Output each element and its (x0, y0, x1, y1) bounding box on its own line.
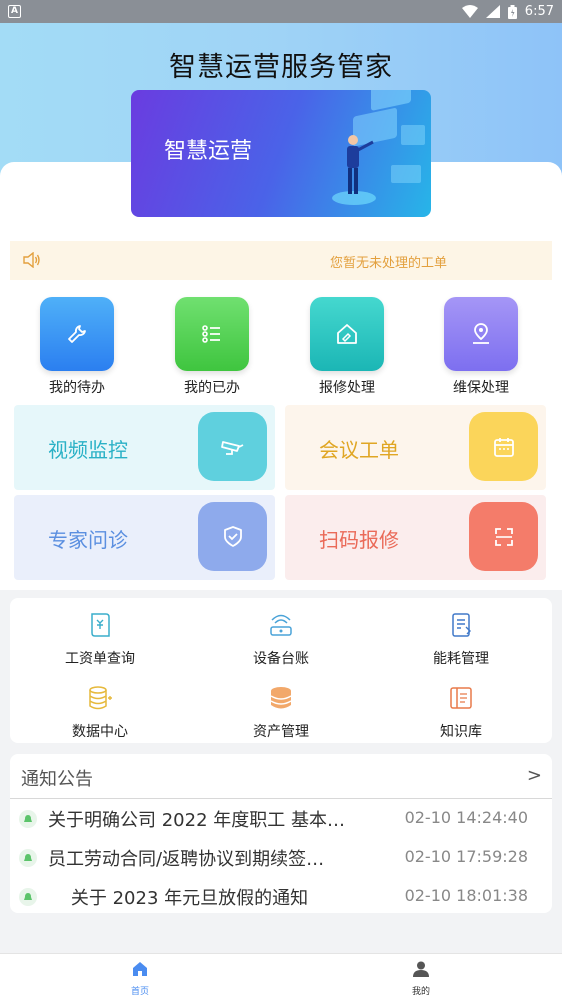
book-icon (401, 683, 521, 713)
page-title: 智慧运营服务管家 (169, 52, 393, 83)
quick-action-done[interactable]: 我的已办 (175, 297, 249, 397)
app-notification-icon: A (8, 5, 21, 18)
service-label: 知识库 (440, 724, 482, 740)
user-icon (413, 961, 429, 977)
quick-action-maintenance[interactable]: 维保处理 (444, 297, 518, 397)
calendar-icon (469, 412, 538, 481)
service-label: 能耗管理 (433, 651, 489, 667)
camera-icon (198, 412, 267, 481)
banner-illustration (332, 90, 425, 205)
bell-icon (19, 849, 37, 867)
notice-bar: 您暂无未处理的工单 (10, 241, 552, 280)
location-pin-icon (444, 297, 518, 371)
announcement-item[interactable]: 关于明确公司 2022 年度职工 基本… 02-10 14:24:40 (10, 801, 552, 835)
clock: 6:57 (524, 4, 554, 19)
announcement-date: 02-10 18:01:38 (404, 886, 528, 905)
announcements-panel: 通知公告 > 关于明确公司 2022 年度职工 基本… 02-10 14:24:… (10, 754, 552, 913)
service-asset-management[interactable]: 资产管理 (221, 683, 341, 741)
card-label: 会议工单 (319, 438, 399, 462)
service-knowledge-base[interactable]: 知识库 (401, 683, 521, 741)
tab-label: 首页 (130, 987, 149, 997)
announcements-header: 通知公告 > (10, 754, 552, 799)
signal-icon (485, 5, 500, 18)
tab-home[interactable]: 首页 (110, 960, 170, 997)
bell-icon (19, 810, 37, 828)
scan-icon (469, 502, 538, 571)
notice-text: 您暂无未处理的工单 (330, 256, 448, 271)
announcement-text: 员工劳动合同/返聘协议到期续签… (48, 849, 325, 870)
card-expert-consult[interactable]: 专家问诊 (14, 495, 275, 580)
card-label: 专家问诊 (48, 528, 128, 552)
service-energy-management[interactable]: 能耗管理 (401, 610, 521, 668)
salary-doc-icon (40, 610, 160, 640)
service-label: 资产管理 (253, 724, 309, 740)
router-icon (221, 610, 341, 640)
speaker-icon (23, 252, 40, 268)
tab-mine[interactable]: 我的 (391, 960, 451, 997)
quick-action-repair[interactable]: 报修处理 (310, 297, 384, 397)
quick-action-todo[interactable]: 我的待办 (40, 297, 114, 397)
service-equipment-ledger[interactable]: 设备台账 (221, 610, 341, 668)
card-label: 视频监控 (48, 438, 128, 462)
announcement-text: 关于明确公司 2022 年度职工 基本… (48, 810, 345, 831)
announcement-date: 02-10 14:24:40 (404, 808, 528, 827)
service-data-center[interactable]: 数据中心 (40, 683, 160, 741)
services-panel: 工资单查询 设备台账 能耗管理 数据中心 资产管理 知识库 (10, 598, 552, 743)
coins-icon (221, 683, 341, 713)
quick-action-label: 我的已办 (184, 380, 240, 396)
database-icon (40, 683, 160, 713)
home-icon (133, 962, 147, 976)
wifi-icon (461, 5, 478, 18)
energy-doc-icon (401, 610, 521, 640)
card-video-monitor[interactable]: 视频监控 (14, 405, 275, 490)
house-repair-icon (310, 297, 384, 371)
list-icon (175, 297, 249, 371)
banner-text: 智慧运营 (164, 139, 253, 164)
quick-action-label: 我的待办 (49, 380, 105, 396)
quick-action-label: 维保处理 (453, 380, 509, 396)
card-scan-repair[interactable]: 扫码报修 (285, 495, 546, 580)
bottom-tab-bar: 首页 我的 (0, 953, 562, 1000)
status-bar: A 6:57 (0, 0, 562, 23)
service-label: 数据中心 (72, 724, 128, 740)
announcement-item[interactable]: 关于 2023 年元旦放假的通知 02-10 18:01:38 (10, 879, 552, 913)
card-label: 扫码报修 (319, 528, 399, 552)
announcements-more-link[interactable]: > (527, 765, 542, 786)
service-salary-query[interactable]: 工资单查询 (40, 610, 160, 668)
announcement-date: 02-10 17:59:28 (404, 847, 528, 866)
announcement-text: 关于 2023 年元旦放假的通知 (48, 888, 309, 909)
battery-icon (507, 4, 517, 19)
announcements-title: 通知公告 (21, 769, 93, 790)
card-meeting-order[interactable]: 会议工单 (285, 405, 546, 490)
tab-label: 我的 (411, 987, 430, 997)
shield-check-icon (198, 502, 267, 571)
wrench-icon (40, 297, 114, 371)
quick-action-label: 报修处理 (319, 380, 375, 396)
bell-icon (19, 888, 37, 906)
banner[interactable]: 智慧运营 (131, 90, 431, 217)
announcement-item[interactable]: 员工劳动合同/返聘协议到期续签… 02-10 17:59:28 (10, 840, 552, 874)
service-label: 工资单查询 (65, 651, 135, 667)
service-label: 设备台账 (253, 651, 309, 667)
